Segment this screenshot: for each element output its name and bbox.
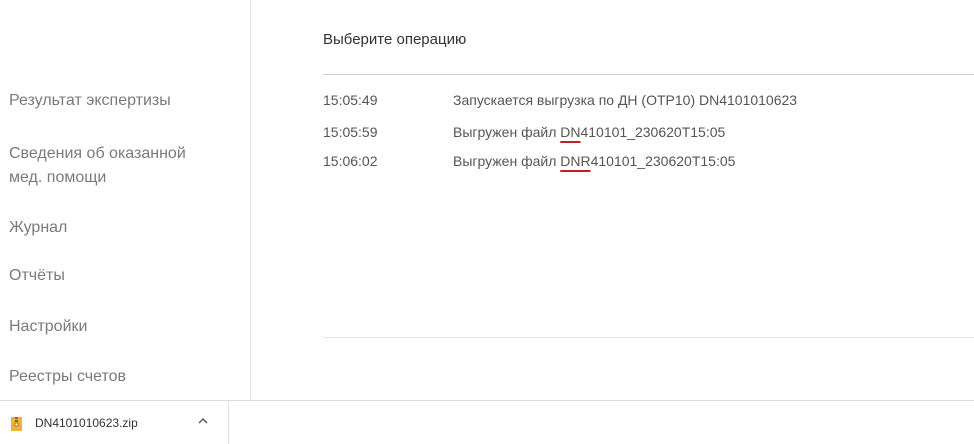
sidebar-item-medical-care-info[interactable]: Сведения об оказанной мед. помощи <box>9 142 186 190</box>
sidebar: Результат экспертизы Сведения об оказанн… <box>0 0 251 400</box>
sidebar-item-expertise-result[interactable]: Результат экспертизы <box>9 89 171 113</box>
divider <box>323 337 974 338</box>
page-title: Выберите операцию <box>323 31 467 48</box>
spellcheck-marked-text: DNR <box>560 153 591 169</box>
main-panel: Выберите операцию 15:05:49 Запускается в… <box>251 0 974 400</box>
log-time: 15:05:49 <box>323 92 378 108</box>
download-file-name[interactable]: DN4101010623.zip <box>35 416 138 430</box>
log-message: Выгружен файл DN410101_230620T15:05 <box>453 124 725 140</box>
log-message-prefix: Выгружен файл <box>453 124 561 140</box>
sidebar-item-invoice-registers[interactable]: Реестры счетов <box>9 365 126 389</box>
log-message: Выгружен файл DNR410101_230620T15:05 <box>453 153 735 169</box>
sidebar-item-journal[interactable]: Журнал <box>9 216 67 240</box>
chevron-up-icon[interactable] <box>196 414 210 428</box>
log-message-prefix: Выгружен файл <box>453 153 561 169</box>
sidebar-item-reports[interactable]: Отчёты <box>9 264 65 288</box>
zip-archive-icon <box>11 417 22 431</box>
divider <box>323 74 974 75</box>
download-item[interactable]: DN4101010623.zip <box>0 401 229 444</box>
sidebar-item-label-line2: мед. помощи <box>9 169 107 186</box>
log-message-rest: 410101_230620T15:05 <box>580 124 726 140</box>
log-time: 15:05:59 <box>323 124 378 140</box>
sidebar-item-label-line1: Сведения об оказанной <box>9 145 186 162</box>
log-time: 15:06:02 <box>323 153 378 169</box>
sidebar-item-settings[interactable]: Настройки <box>9 315 87 339</box>
download-bar: DN4101010623.zip <box>0 400 974 444</box>
spellcheck-marked-text: DN <box>560 124 581 140</box>
log-message: Запускается выгрузка по ДН (ОТР10) DN410… <box>453 92 798 108</box>
log-message-rest: 410101_230620T15:05 <box>590 153 736 169</box>
